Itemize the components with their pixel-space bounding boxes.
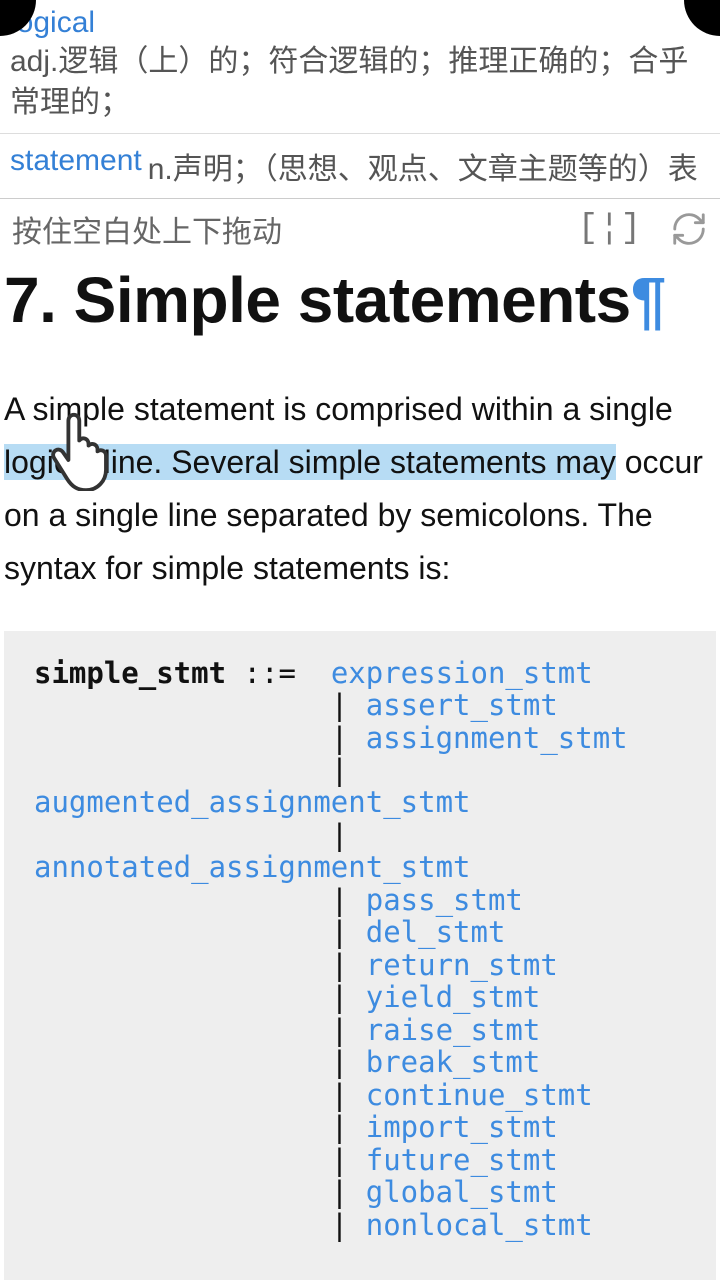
pilcrow-icon[interactable]: ¶ [631, 264, 666, 336]
highlighted-text: logical line. Several simple statements … [4, 444, 616, 480]
grammar-block[interactable]: simple_stmt ::= expression_stmt | assert… [4, 631, 716, 1280]
dict-definition: adj.逻辑（上）的；符合逻辑的；推理正确的；合乎常理的； [10, 42, 710, 123]
heading-text: Simple statements [74, 264, 631, 336]
dict-entry-logical[interactable]: logical adj.逻辑（上）的；符合逻辑的；推理正确的；合乎常理的； [0, 0, 720, 133]
dict-word: statement [10, 144, 142, 188]
dict-entry-statement[interactable]: statement n.声明；（思想、观点、文章主题等的）表 [0, 133, 720, 198]
para-text: A simple statement is comprised within a… [4, 391, 673, 427]
dict-definition: n.声明；（思想、观点、文章主题等的）表 [148, 144, 698, 188]
document-content[interactable]: 7. Simple statements¶ A simple statement… [0, 265, 720, 1280]
refresh-icon[interactable] [670, 210, 708, 248]
dict-word: logical [10, 6, 710, 40]
brackets-icon[interactable]: [¦] [578, 210, 642, 248]
drag-hint-bar[interactable]: 按住空白处上下拖动 [¦] [0, 199, 720, 259]
intro-paragraph[interactable]: A simple statement is comprised within a… [4, 383, 712, 594]
page-title: 7. Simple statements¶ [4, 265, 716, 335]
heading-number: 7. [4, 264, 56, 336]
dictionary-panel: logical adj.逻辑（上）的；符合逻辑的；推理正确的；合乎常理的； st… [0, 0, 720, 199]
drag-hint-text: 按住空白处上下拖动 [12, 207, 282, 251]
